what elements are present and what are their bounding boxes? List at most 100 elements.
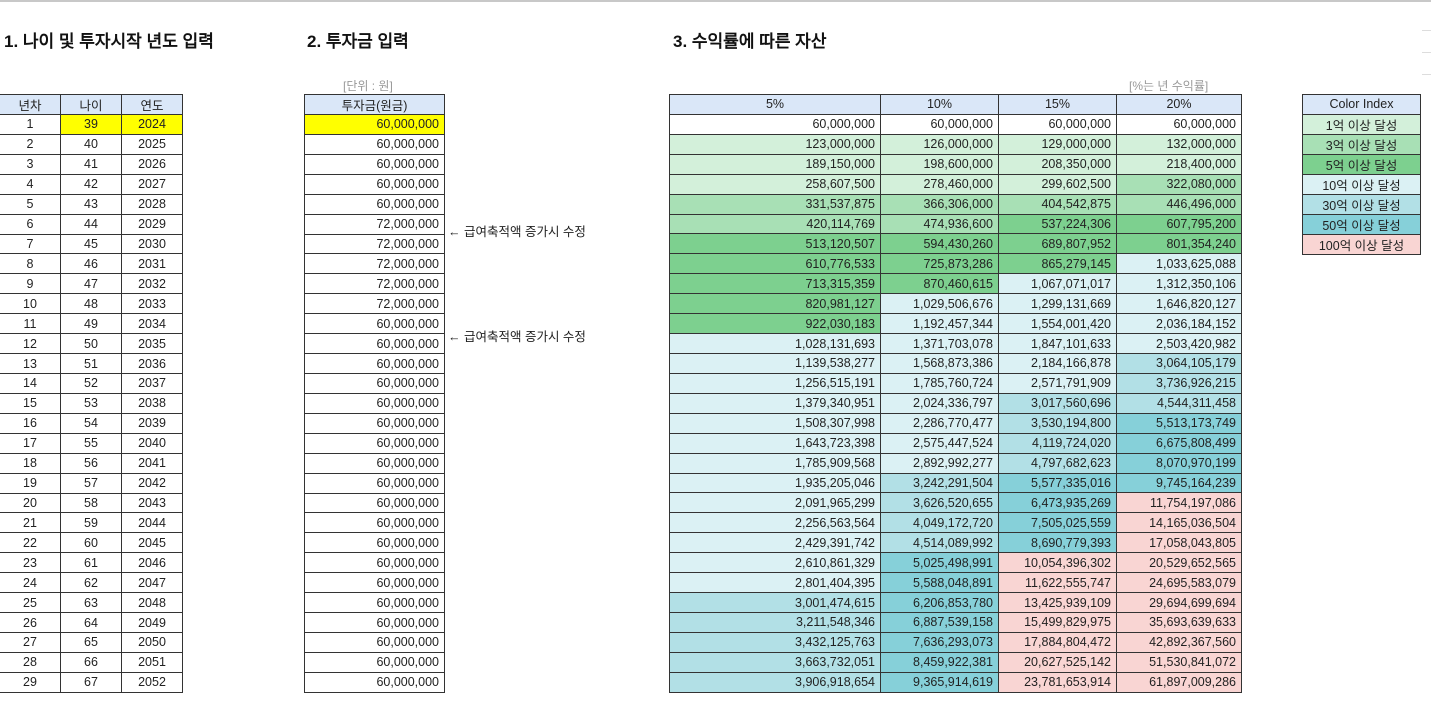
asset-cell-rate-5[interactable]: 713,315,359 <box>669 273 881 295</box>
investment-cell[interactable]: 60,000,000 <box>304 572 445 594</box>
asset-cell-rate-15[interactable]: 4,797,682,623 <box>998 452 1117 474</box>
asset-cell-rate-20[interactable]: 60,000,000 <box>1116 113 1242 135</box>
asset-cell-rate-10[interactable]: 60,000,000 <box>880 113 999 135</box>
asset-cell-rate-15[interactable]: 17,884,804,472 <box>998 631 1117 653</box>
age-cell[interactable]: 65 <box>60 631 122 653</box>
investment-cell[interactable]: 60,000,000 <box>304 372 445 394</box>
asset-cell-rate-5[interactable]: 1,508,307,998 <box>669 412 881 434</box>
investment-cell[interactable]: 60,000,000 <box>304 114 445 135</box>
age-cell[interactable]: 60 <box>60 532 122 554</box>
asset-cell-rate-20[interactable]: 35,693,639,633 <box>1116 611 1242 633</box>
asset-cell-rate-20[interactable]: 61,897,009,286 <box>1116 671 1242 693</box>
asset-cell-rate-15[interactable]: 404,542,875 <box>998 193 1117 215</box>
asset-cell-rate-15[interactable]: 537,224,306 <box>998 213 1117 235</box>
investment-cell[interactable]: 60,000,000 <box>304 412 445 434</box>
year-index-cell[interactable]: 25 <box>0 592 61 614</box>
asset-cell-rate-15[interactable]: 2,184,166,878 <box>998 352 1117 374</box>
year-index-cell[interactable]: 23 <box>0 552 61 574</box>
asset-cell-rate-10[interactable]: 474,936,600 <box>880 213 999 235</box>
investment-cell[interactable]: 60,000,000 <box>304 153 445 175</box>
year-index-cell[interactable]: 18 <box>0 452 61 474</box>
year-index-cell[interactable]: 28 <box>0 651 61 673</box>
year-cell[interactable]: 2029 <box>121 213 183 235</box>
asset-cell-rate-10[interactable]: 7,636,293,073 <box>880 631 999 653</box>
year-cell[interactable]: 2024 <box>121 114 183 135</box>
asset-cell-rate-15[interactable]: 299,602,500 <box>998 173 1117 195</box>
asset-cell-rate-15[interactable]: 689,807,952 <box>998 233 1117 255</box>
asset-cell-rate-20[interactable]: 8,070,970,199 <box>1116 452 1242 474</box>
year-cell[interactable]: 2050 <box>121 631 183 653</box>
asset-cell-rate-5[interactable]: 513,120,507 <box>669 233 881 255</box>
asset-cell-rate-5[interactable]: 3,001,474,615 <box>669 592 881 613</box>
year-cell[interactable]: 2048 <box>121 592 183 614</box>
year-index-cell[interactable]: 13 <box>0 353 61 374</box>
age-cell[interactable]: 57 <box>60 472 122 494</box>
year-cell[interactable]: 2041 <box>121 452 183 474</box>
asset-cell-rate-5[interactable]: 420,114,769 <box>669 213 881 235</box>
asset-cell-rate-15[interactable]: 208,350,000 <box>998 153 1117 175</box>
asset-cell-rate-20[interactable]: 11,754,197,086 <box>1116 492 1242 514</box>
asset-cell-rate-15[interactable]: 7,505,025,559 <box>998 512 1117 534</box>
asset-cell-rate-20[interactable]: 2,503,420,982 <box>1116 333 1242 354</box>
age-cell[interactable]: 54 <box>60 412 122 434</box>
asset-cell-rate-5[interactable]: 1,256,515,191 <box>669 372 881 394</box>
age-cell[interactable]: 46 <box>60 253 122 275</box>
asset-cell-rate-20[interactable]: 1,646,820,127 <box>1116 293 1242 315</box>
year-cell[interactable]: 2045 <box>121 532 183 554</box>
age-cell[interactable]: 45 <box>60 233 122 255</box>
investment-cell[interactable]: 60,000,000 <box>304 333 445 355</box>
asset-cell-rate-5[interactable]: 1,139,538,277 <box>669 352 881 374</box>
year-cell[interactable]: 2051 <box>121 651 183 673</box>
color-index-item[interactable]: 50억 이상 달성 <box>1302 213 1421 235</box>
year-index-cell[interactable]: 22 <box>0 532 61 554</box>
asset-cell-rate-15[interactable]: 3,530,194,800 <box>998 412 1117 434</box>
age-cell[interactable]: 51 <box>60 353 122 374</box>
asset-cell-rate-15[interactable]: 20,627,525,142 <box>998 651 1117 673</box>
asset-cell-rate-15[interactable]: 10,054,396,302 <box>998 552 1117 574</box>
year-cell[interactable]: 2026 <box>121 153 183 175</box>
asset-cell-rate-15[interactable]: 13,425,939,109 <box>998 592 1117 613</box>
investment-cell[interactable]: 60,000,000 <box>304 193 445 215</box>
investment-cell[interactable]: 60,000,000 <box>304 472 445 494</box>
investment-cell[interactable]: 60,000,000 <box>304 313 445 335</box>
year-index-cell[interactable]: 29 <box>0 671 61 693</box>
asset-cell-rate-10[interactable]: 1,785,760,724 <box>880 372 999 394</box>
asset-cell-rate-5[interactable]: 2,256,563,564 <box>669 512 881 534</box>
year-cell[interactable]: 2046 <box>121 552 183 574</box>
age-cell[interactable]: 44 <box>60 213 122 235</box>
asset-cell-rate-20[interactable]: 20,529,652,565 <box>1116 552 1242 574</box>
asset-cell-rate-20[interactable]: 2,036,184,152 <box>1116 313 1242 335</box>
asset-cell-rate-20[interactable]: 446,496,000 <box>1116 193 1242 215</box>
investment-cell[interactable]: 72,000,000 <box>304 273 445 295</box>
year-index-cell[interactable]: 5 <box>0 193 61 215</box>
year-index-cell[interactable]: 14 <box>0 372 61 394</box>
year-cell[interactable]: 2035 <box>121 333 183 355</box>
year-index-cell[interactable]: 3 <box>0 153 61 175</box>
asset-cell-rate-5[interactable]: 1,935,205,046 <box>669 472 881 494</box>
investment-cell[interactable]: 60,000,000 <box>304 432 445 454</box>
investment-cell[interactable]: 60,000,000 <box>304 512 445 534</box>
color-index-item[interactable]: 3억 이상 달성 <box>1302 133 1421 155</box>
asset-cell-rate-20[interactable]: 6,675,808,499 <box>1116 432 1242 454</box>
asset-cell-rate-15[interactable]: 1,847,101,633 <box>998 333 1117 354</box>
asset-cell-rate-20[interactable]: 4,544,311,458 <box>1116 392 1242 414</box>
investment-cell[interactable]: 60,000,000 <box>304 671 445 693</box>
asset-cell-rate-15[interactable]: 129,000,000 <box>998 133 1117 155</box>
year-cell[interactable]: 2030 <box>121 233 183 255</box>
age-cell[interactable]: 66 <box>60 651 122 673</box>
asset-cell-rate-5[interactable]: 258,607,500 <box>669 173 881 195</box>
asset-cell-rate-15[interactable]: 6,473,935,269 <box>998 492 1117 514</box>
asset-cell-rate-20[interactable]: 5,513,173,749 <box>1116 412 1242 434</box>
investment-cell[interactable]: 72,000,000 <box>304 293 445 315</box>
asset-cell-rate-10[interactable]: 278,460,000 <box>880 173 999 195</box>
asset-cell-rate-15[interactable]: 15,499,829,975 <box>998 611 1117 633</box>
asset-cell-rate-20[interactable]: 607,795,200 <box>1116 213 1242 235</box>
age-cell[interactable]: 58 <box>60 492 122 514</box>
asset-cell-rate-15[interactable]: 5,577,335,016 <box>998 472 1117 494</box>
asset-cell-rate-15[interactable]: 865,279,145 <box>998 253 1117 275</box>
asset-cell-rate-20[interactable]: 1,312,350,106 <box>1116 273 1242 295</box>
age-cell[interactable]: 55 <box>60 432 122 454</box>
year-cell[interactable]: 2043 <box>121 492 183 514</box>
year-index-cell[interactable]: 19 <box>0 472 61 494</box>
investment-cell[interactable]: 60,000,000 <box>304 452 445 474</box>
